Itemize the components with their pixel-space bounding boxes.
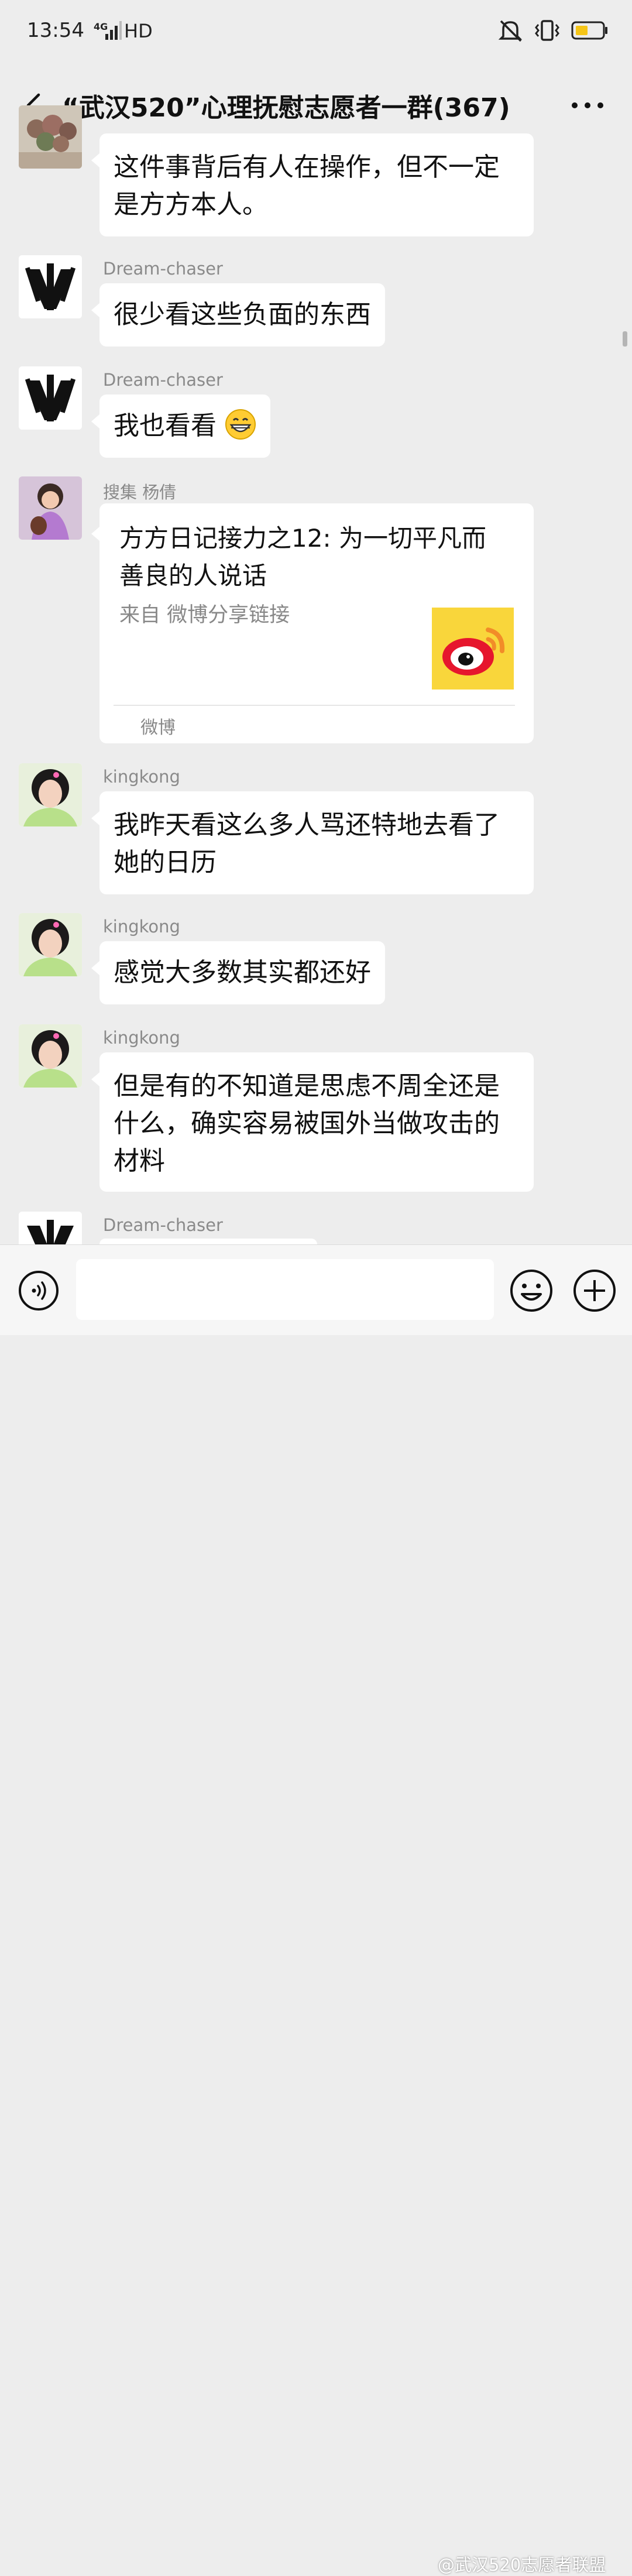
avatar-image — [19, 763, 82, 826]
avatar-logo — [19, 366, 82, 430]
avatar-image — [19, 105, 82, 169]
weibo-watermark: @武汉520志愿者联盟 — [438, 2555, 606, 2575]
avatar-kingkong[interactable] — [19, 763, 82, 826]
voice-icon[interactable] — [18, 1270, 60, 1312]
avatar-logo — [19, 1212, 82, 1244]
avatar-dream-chaser[interactable] — [19, 366, 82, 430]
status-bar: 13:54 4G HD — [0, 0, 632, 64]
card-source: 来自 微博分享链接 — [119, 603, 290, 627]
battery-icon — [571, 21, 607, 40]
sender-name: Dream-chaser — [103, 259, 223, 279]
more-icon[interactable] — [570, 100, 605, 111]
avatar-dream-chaser[interactable] — [19, 255, 82, 318]
card-divider — [114, 705, 515, 706]
message-text: 我也看看 — [114, 411, 217, 441]
avatar-logo — [19, 255, 82, 318]
avatar-image — [19, 913, 82, 976]
message-bubble[interactable]: 我昨天看这么多人骂还特地去看了她的日历 — [91, 791, 534, 894]
message-bubble[interactable]: 很少看这些负面的东西 — [91, 283, 385, 347]
card-title: 方方日记接力之12: 为一切平凡而善良的人说话 — [119, 524, 486, 590]
input-bar: @武汉520志愿者联盟 — [0, 1244, 632, 2575]
sender-name: Dream-chaser — [103, 1215, 223, 1235]
message-bubble[interactable]: 我也看看 — [91, 395, 270, 458]
avatar-image — [19, 1024, 82, 1088]
avatar-kingkong[interactable] — [19, 913, 82, 976]
mute-icon — [498, 20, 523, 42]
share-card[interactable]: 方方日记接力之12: 为一切平凡而善良的人说话 来自 微博分享链接 微博 — [91, 503, 534, 743]
sender-name: kingkong — [103, 767, 180, 787]
vibrate-icon — [535, 20, 559, 41]
emoji-icon[interactable] — [509, 1268, 554, 1313]
message-bubble[interactable]: 这件事背后有人在操作，但不一定是方方本人。 — [91, 133, 534, 236]
avatar-kingkong[interactable] — [19, 1024, 82, 1088]
message-bubble[interactable]: 感觉大多数其实都还好 — [91, 941, 385, 1004]
plus-icon[interactable] — [572, 1268, 617, 1313]
status-time: 13:54 — [27, 19, 84, 42]
avatar-girl[interactable] — [19, 476, 82, 540]
hd-indicator: HD — [124, 20, 153, 42]
weibo-logo-icon — [432, 608, 514, 690]
avatar-image — [19, 476, 82, 540]
message-text: 感觉大多数其实都还好 — [114, 958, 371, 987]
message-input[interactable] — [76, 1259, 494, 1320]
scrollbar-thumb[interactable] — [623, 331, 627, 347]
message-text: 但是有的不知道是思虑不周全还是什么，确实容易被国外当做攻击的材料 — [114, 1071, 500, 1176]
sender-name: Dream-chaser — [103, 370, 223, 390]
message-bubble[interactable]: 但是有的不知道是思虑不周全还是什么，确实容易被国外当做攻击的材料 — [91, 1052, 534, 1192]
avatar-dream-chaser[interactable] — [19, 1212, 82, 1244]
sender-name: 搜集 杨倩 — [103, 482, 177, 502]
grinning-face-emoji — [225, 409, 256, 440]
sender-name: kingkong — [103, 1028, 180, 1048]
card-app-name: 微博 — [140, 718, 176, 738]
message-text: 这件事背后有人在操作，但不一定是方方本人。 — [114, 152, 500, 219]
signal-icon — [105, 21, 122, 40]
message-bubble[interactable] — [99, 1239, 317, 1244]
message-text: 我昨天看这么多人骂还特地去看了她的日历 — [114, 810, 500, 877]
sender-name: kingkong — [103, 917, 180, 937]
message-text: 很少看这些负面的东西 — [114, 300, 371, 330]
chat-title[interactable]: “武汉520”心理抚慰志愿者一群(367) — [62, 87, 510, 124]
avatar-succulent[interactable] — [19, 105, 82, 169]
